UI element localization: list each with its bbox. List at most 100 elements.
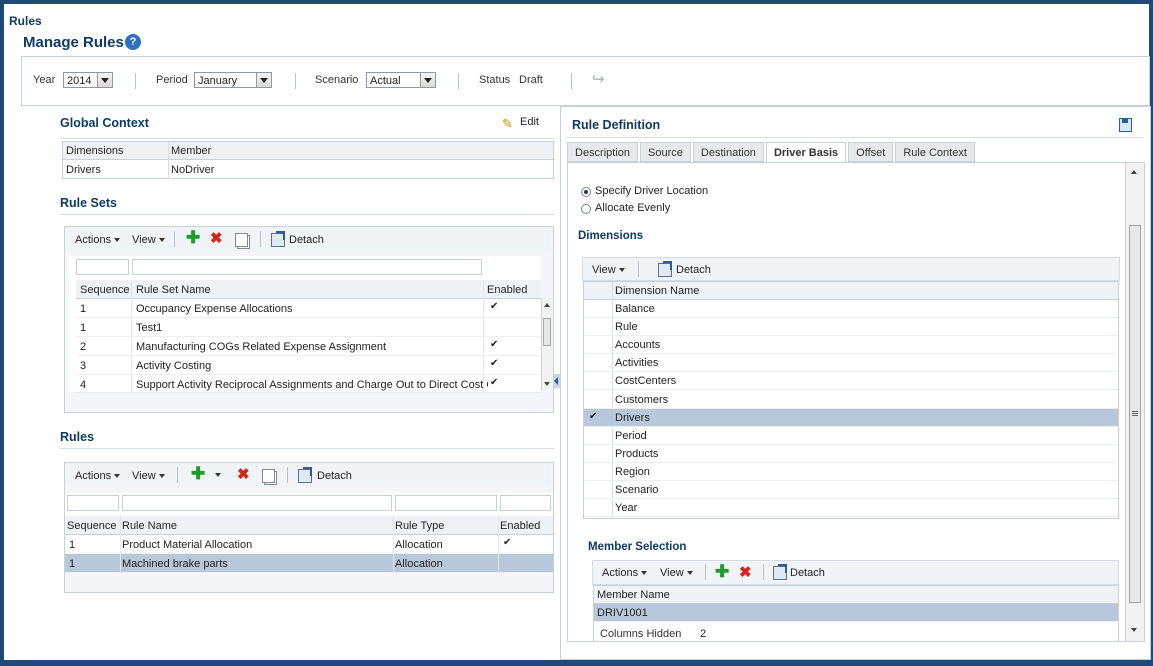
detach-icon[interactable] (658, 261, 672, 277)
detach-button[interactable]: Detach (676, 264, 711, 276)
table-row[interactable]: 1 Product Material Allocation Allocation… (65, 535, 553, 554)
view-menu[interactable]: View (592, 264, 625, 276)
help-icon[interactable]: ? (125, 34, 141, 50)
tab-description[interactable]: Description (567, 142, 639, 162)
chevron-down-icon (618, 268, 625, 273)
filter-input[interactable] (67, 495, 119, 511)
divider (393, 516, 394, 574)
scroll-down-icon[interactable] (544, 382, 550, 386)
actions-label: Actions (602, 567, 639, 579)
table-cell: 1 (80, 303, 87, 315)
save-icon[interactable] (1119, 118, 1132, 132)
table-row[interactable]: 3 Activity Costing ✔ (76, 356, 541, 375)
actions-menu[interactable]: Actions (75, 470, 121, 482)
filter-input[interactable] (395, 495, 497, 511)
dimension-name: CostCenters (615, 375, 677, 388)
dimension-row[interactable]: Rule (584, 318, 1118, 337)
scenario-select[interactable]: Actual (366, 72, 436, 88)
dimension-name: Products (615, 447, 659, 460)
tab-destination[interactable]: Destination (692, 142, 764, 162)
table-header: Member Name (594, 586, 1118, 604)
filter-input[interactable] (76, 259, 129, 275)
dimension-row[interactable]: CostCenters (584, 372, 1118, 391)
pencil-icon[interactable]: ✎ (502, 116, 513, 132)
column-header: Member Name (597, 589, 670, 601)
dimension-row[interactable]: ✔ Drivers (584, 408, 1118, 427)
view-menu[interactable]: View (132, 470, 165, 482)
allocate-evenly-radio[interactable] (581, 204, 591, 214)
tab-source[interactable]: Source (640, 142, 691, 162)
dimension-row[interactable]: Customers (584, 391, 1118, 409)
dimension-row[interactable]: Region (584, 463, 1118, 481)
column-header: Dimensions (66, 145, 124, 157)
rule-sets-scrollbar[interactable] (541, 298, 553, 390)
table-row[interactable]: DRIV1001 (594, 604, 1118, 622)
scroll-thumb[interactable] (543, 318, 551, 346)
filter-input[interactable] (500, 495, 551, 511)
filter-input[interactable] (122, 495, 392, 511)
chevron-down-icon (641, 571, 648, 576)
member-grid: Member Name DRIV1001 Columns Hidden 2 (593, 585, 1119, 641)
copy-icon[interactable] (235, 233, 248, 247)
add-icon[interactable]: ✚ (715, 563, 729, 580)
actions-label: Actions (75, 470, 112, 482)
filter-input[interactable] (132, 259, 482, 275)
chevron-down-icon[interactable] (215, 473, 221, 477)
add-icon[interactable]: ✚ (191, 465, 205, 482)
chevron-down-icon[interactable] (256, 73, 271, 87)
detach-icon[interactable] (271, 231, 285, 247)
table-row[interactable]: 1 Test1 (76, 318, 541, 337)
save-icon-part (1122, 119, 1128, 123)
column-header: Enabled (487, 284, 528, 296)
view-menu[interactable]: View (132, 234, 165, 246)
scroll-down-icon[interactable] (1131, 628, 1137, 632)
edit-link[interactable]: Edit (520, 116, 539, 128)
divider (174, 231, 175, 247)
rule-definition-scrollbar[interactable] (1125, 163, 1144, 641)
dimension-row[interactable]: Period (584, 427, 1118, 445)
actions-menu[interactable]: Actions (75, 234, 121, 246)
table-row[interactable]: 1 Occupancy Expense Allocations ✔ (76, 299, 541, 318)
detach-icon[interactable] (298, 467, 312, 483)
tab-offset[interactable]: Offset (848, 142, 894, 162)
copy-icon[interactable] (262, 469, 275, 483)
delete-icon[interactable]: ✖ (237, 467, 250, 482)
chevron-down-icon[interactable] (420, 73, 435, 87)
dimensions-title: Dimensions (578, 230, 644, 242)
table-cell: Occupancy Expense Allocations (136, 303, 293, 315)
add-icon[interactable]: ✚ (186, 229, 200, 246)
detach-button[interactable]: Detach (790, 567, 825, 579)
check-icon: ✔ (503, 537, 512, 548)
year-select[interactable]: 2014 (63, 72, 113, 88)
dimension-row[interactable]: Balance (584, 300, 1118, 318)
collapse-left-icon[interactable] (554, 377, 558, 385)
table-row[interactable]: 2 Manufacturing COGs Related Expense Ass… (76, 337, 541, 356)
chevron-down-icon[interactable] (97, 73, 112, 87)
dimension-row[interactable]: Accounts (584, 336, 1118, 355)
delete-icon[interactable]: ✖ (210, 231, 223, 246)
tab-driver-basis[interactable]: Driver Basis (765, 142, 847, 162)
scroll-up-icon[interactable] (1131, 170, 1137, 174)
table-row[interactable]: 1 Machined brake parts Allocation (65, 554, 553, 573)
table-row[interactable]: 4 Support Activity Reciprocal Assignment… (76, 375, 541, 393)
dimension-row[interactable]: Activities (584, 354, 1118, 373)
divider (168, 142, 169, 178)
view-menu[interactable]: View (660, 567, 693, 579)
period-select[interactable]: January (194, 72, 272, 88)
scroll-up-icon[interactable] (544, 303, 550, 307)
dimension-row[interactable]: Products (584, 445, 1118, 463)
specify-driver-radio[interactable] (581, 187, 591, 197)
dimension-name: Customers (615, 393, 669, 406)
actions-menu[interactable]: Actions (602, 567, 648, 579)
delete-icon[interactable]: ✖ (739, 565, 752, 580)
dimension-row[interactable]: Year (584, 499, 1118, 518)
divider (135, 73, 136, 89)
detach-icon[interactable] (773, 564, 787, 580)
scroll-thumb[interactable] (1129, 225, 1141, 603)
tab-rule-context[interactable]: Rule Context (895, 142, 975, 162)
detach-button[interactable]: Detach (289, 234, 324, 246)
dimension-row[interactable]: Scenario (584, 481, 1118, 499)
rule-sets-table: Actions View ✚ ✖ Detach Sequence Rule Se… (64, 226, 554, 413)
redo-icon[interactable]: ↪ (592, 70, 605, 88)
detach-button[interactable]: Detach (317, 470, 352, 482)
